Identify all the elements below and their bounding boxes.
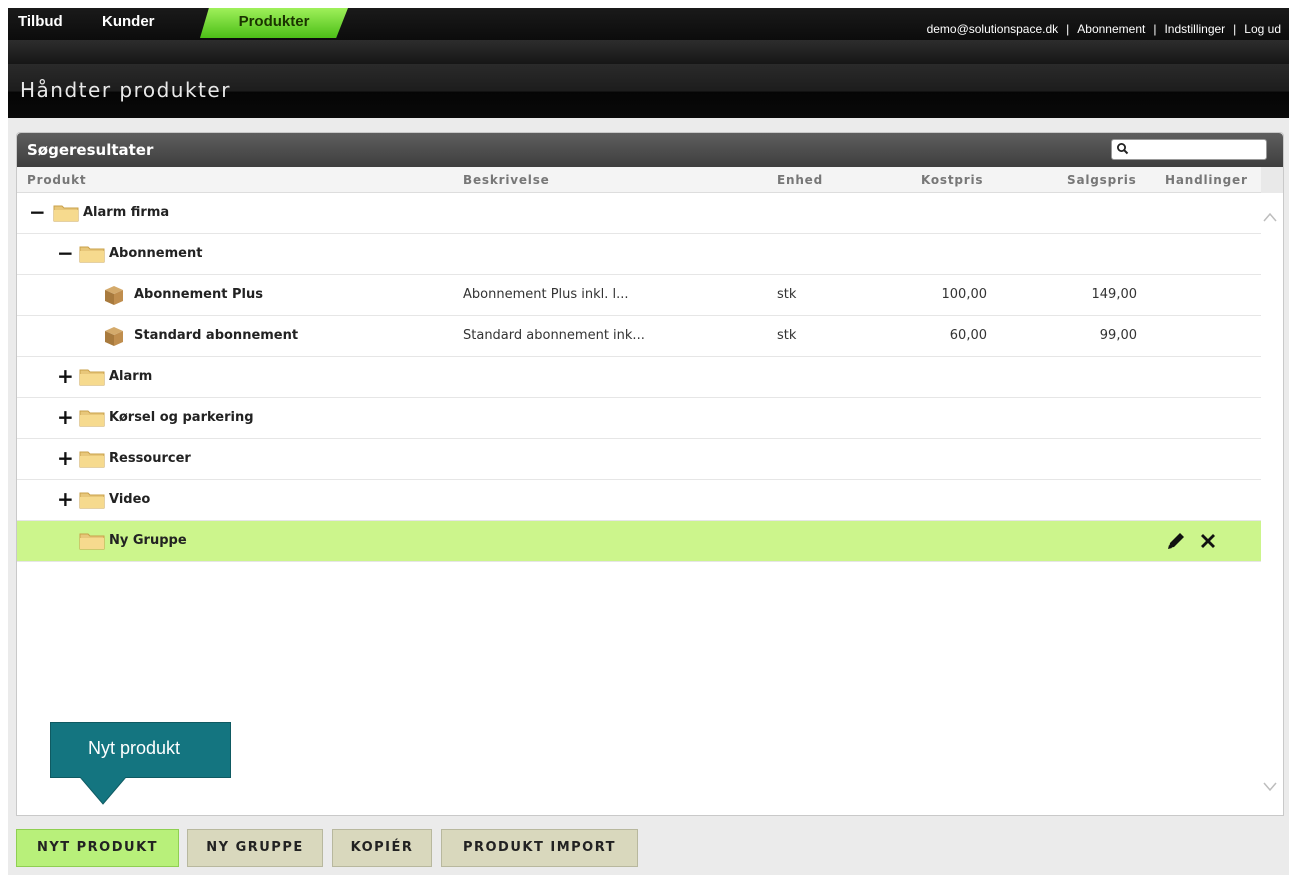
tree-row-ny-gruppe[interactable]: Ny Gruppe [17,521,1261,562]
cell-cost: 100,00 [941,287,988,302]
cell-unit: stk [777,328,797,343]
tree-row-label: Abonnement Plus [134,287,263,302]
folder-icon [79,451,105,468]
tree-row-standard-abonnement[interactable]: Standard abonnement Standard abonnement … [17,316,1261,357]
page-title: Håndter produkter [20,78,231,102]
pencil-icon[interactable] [1165,530,1187,552]
folder-icon [79,410,105,427]
user-menu: demo@solutionspace.dk | Abonnement | Indstil… [927,8,1281,40]
tab-kunder[interactable]: Kunder [102,8,155,40]
cell-price: 99,00 [1099,328,1137,343]
cell-description: Standard abonnement ink... [463,328,645,343]
folder-icon [53,205,79,222]
separator: | [1153,22,1157,36]
expand-icon[interactable]: + [57,407,74,427]
folder-icon [79,246,105,263]
column-header-handlinger: Handlinger [1165,173,1248,187]
search-input[interactable] [1111,139,1267,160]
tree-row-label: Alarm [109,369,153,384]
tooltip-pointer [79,777,127,805]
tree-row-abonnement-plus[interactable]: Abonnement Plus Abonnement Plus inkl. l.… [17,275,1261,316]
column-header-salgspris[interactable]: Salgspris [1067,173,1137,187]
tree-row-label: Ny Gruppe [109,533,187,548]
product-box-icon [105,327,123,346]
new-product-button[interactable]: NYT PRODUKT [16,829,179,867]
collapse-icon[interactable]: − [57,243,74,263]
column-header-kostpris[interactable]: Kostpris [921,173,983,187]
scrollbar-header [1261,167,1283,193]
folder-icon [79,533,105,550]
separator: | [1233,22,1237,36]
cell-description: Abonnement Plus inkl. l... [463,287,629,302]
tree-row-video[interactable]: + Video [17,480,1261,521]
collapse-icon[interactable]: − [29,202,46,222]
panel-header: Søgeresultater [17,133,1283,167]
expand-icon[interactable]: + [57,366,74,386]
cell-price: 149,00 [1091,287,1138,302]
column-header-produkt[interactable]: Produkt [27,173,86,187]
column-header-row: Produkt Beskrivelse Enhed Kostpris Salgs… [17,167,1261,193]
scroll-up-icon[interactable] [1263,211,1277,223]
expand-icon[interactable]: + [57,448,74,468]
tab-tilbud[interactable]: Tilbud [18,8,63,40]
panel-title: Søgeresultater [27,141,154,159]
tooltip-text: Nyt produkt [88,738,181,758]
expand-icon[interactable]: + [57,489,74,509]
tree-row-alarm-firma[interactable]: − Alarm firma [17,193,1261,234]
product-box-icon [105,286,123,305]
tree-row-label: Video [109,492,151,507]
folder-icon [79,492,105,509]
product-import-button[interactable]: PRODUKT IMPORT [441,829,638,867]
tree-row-label: Ressourcer [109,451,191,466]
new-group-button[interactable]: NY GRUPPE [187,829,323,867]
column-header-beskrivelse[interactable]: Beskrivelse [463,173,550,187]
tab-produkter[interactable]: Produkter [200,8,348,38]
folder-icon [79,369,105,386]
separator: | [1066,22,1070,36]
indstillinger-link[interactable]: Indstillinger [1164,22,1225,36]
tree-row-ressourcer[interactable]: + Ressourcer [17,439,1261,480]
top-nav: Tilbud Kunder Produkter demo@solutionspa… [8,8,1289,40]
close-x-icon[interactable] [1197,530,1219,552]
column-header-enhed[interactable]: Enhed [777,173,823,187]
tree-row-label: Alarm firma [83,205,170,220]
cell-cost: 60,00 [949,328,987,343]
row-actions [1159,530,1219,552]
search-icon [1117,143,1129,155]
scroll-down-icon[interactable] [1263,781,1277,793]
tree-row-label: Standard abonnement [134,328,299,343]
title-bar: Håndter produkter [8,64,1289,118]
tree-row-label: Abonnement [109,246,203,261]
tree-row-label: Kørsel og parkering [109,410,254,425]
tree-row-abonnement[interactable]: − Abonnement [17,234,1261,275]
cell-unit: stk [777,287,797,302]
results-panel: Søgeresultater Produkt Beskrivelse Enhed… [16,132,1284,816]
abonnement-link[interactable]: Abonnement [1077,22,1145,36]
log-ud-link[interactable]: Log ud [1244,22,1281,36]
user-email-link[interactable]: demo@solutionspace.dk [927,22,1059,36]
tooltip-callout: Nyt produkt [50,722,231,778]
tree-row-korsel-og-parkering[interactable]: + Kørsel og parkering [17,398,1261,439]
tree-row-alarm[interactable]: + Alarm [17,357,1261,398]
nav-band [8,40,1289,64]
copy-button[interactable]: KOPIÉR [332,829,432,867]
